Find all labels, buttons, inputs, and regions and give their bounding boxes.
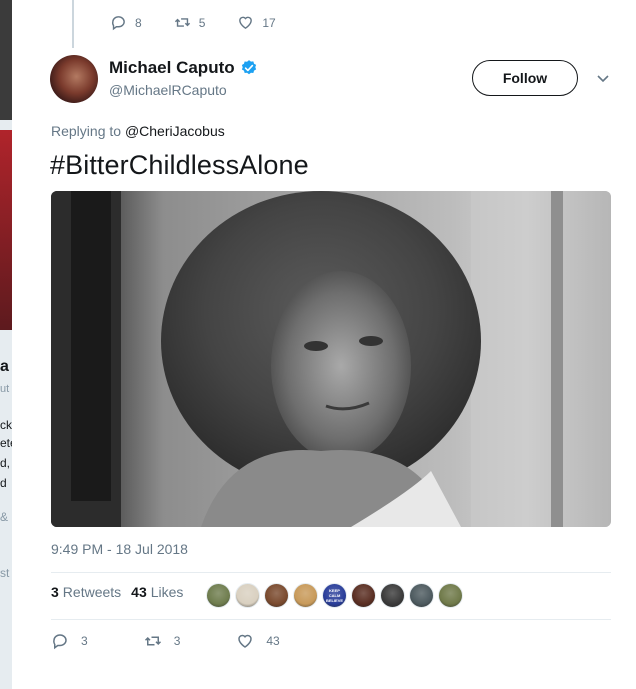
author-name[interactable]: Michael Caputo [109, 58, 235, 78]
replying-to-label: Replying to [51, 123, 122, 139]
likes-stat[interactable]: 43 Likes [131, 584, 183, 600]
divider [51, 572, 611, 573]
follow-button[interactable]: Follow [472, 60, 578, 96]
replying-to: Replying to @CheriJacobus [51, 123, 225, 139]
like-count: 43 [266, 634, 280, 648]
reply-icon [53, 634, 67, 650]
retweets-stat[interactable]: 3 Retweets [51, 584, 121, 600]
likes-stat-label: Likes [150, 584, 184, 600]
background-text: st [0, 566, 10, 580]
verified-badge-icon [241, 60, 256, 75]
background-page: a ut ck ete d, d & st [0, 0, 12, 689]
author-handle[interactable]: @MichaelRCaputo [109, 82, 227, 98]
background-text: & [0, 510, 9, 524]
retweet-button[interactable]: 3 [144, 632, 181, 650]
likes-stat-count: 43 [131, 584, 147, 600]
retweet-count: 3 [173, 634, 181, 648]
retweet-count: 5 [198, 15, 206, 30]
photo-illustration [51, 191, 611, 527]
replying-to-mention[interactable]: @CheriJacobus [125, 123, 225, 139]
author-name-row[interactable]: Michael Caputo [109, 58, 258, 78]
liker-avatar[interactable] [264, 583, 289, 608]
background-text: a [0, 358, 9, 375]
divider [51, 619, 611, 620]
liker-avatar-text: KEEP CALM BELIEVE [325, 588, 344, 603]
background-text: d [0, 476, 7, 490]
liker-avatar[interactable] [351, 583, 376, 608]
likers-avatars: KEEP CALM BELIEVE [206, 583, 467, 608]
like-count: 17 [262, 15, 276, 30]
background-text: d, [0, 456, 11, 470]
reply-count: 3 [81, 634, 88, 648]
liker-avatar[interactable] [235, 583, 260, 608]
liker-avatar[interactable]: KEEP CALM BELIEVE [322, 583, 347, 608]
reply-button[interactable]: 3 [51, 632, 88, 650]
tweet-stats: 3 Retweets 43 Likes [51, 584, 193, 600]
liker-avatar[interactable] [293, 583, 318, 608]
liker-avatar[interactable] [409, 583, 434, 608]
retweet-button[interactable]: 5 [174, 14, 206, 31]
retweets-stat-label: Retweets [62, 584, 122, 600]
liker-avatar[interactable] [380, 583, 405, 608]
thread-connector [72, 0, 74, 48]
avatar[interactable] [50, 55, 98, 103]
previous-tweet-actions: 8 5 17 [110, 14, 308, 31]
tweet-timestamp[interactable]: 9:49 PM - 18 Jul 2018 [51, 541, 188, 557]
reply-count: 8 [135, 15, 142, 30]
liker-avatar[interactable] [438, 583, 463, 608]
retweet-icon [174, 18, 190, 27]
like-button[interactable]: 17 [237, 14, 276, 31]
tweet-photo[interactable] [51, 191, 611, 527]
tweet-text: #BitterChildlessAlone [50, 150, 309, 180]
reply-button[interactable]: 8 [110, 14, 142, 31]
retweet-icon [144, 636, 161, 646]
background-text: ck [0, 418, 12, 432]
like-button[interactable]: 43 [236, 632, 280, 650]
reply-icon [111, 16, 125, 31]
heart-icon [238, 634, 253, 648]
retweets-stat-count: 3 [51, 584, 59, 600]
tweet-detail-card: 8 5 17 Michael Caputo @MichaelRCaputo Fo… [12, 0, 636, 689]
background-text: ut [0, 383, 10, 395]
background-text: ete [0, 436, 12, 450]
liker-avatar[interactable] [206, 583, 231, 608]
heart-icon [239, 16, 253, 30]
background-image [0, 0, 12, 120]
background-image [0, 130, 12, 330]
tweet-actions: 3 3 43 [51, 632, 336, 650]
chevron-down-icon[interactable] [595, 70, 611, 86]
